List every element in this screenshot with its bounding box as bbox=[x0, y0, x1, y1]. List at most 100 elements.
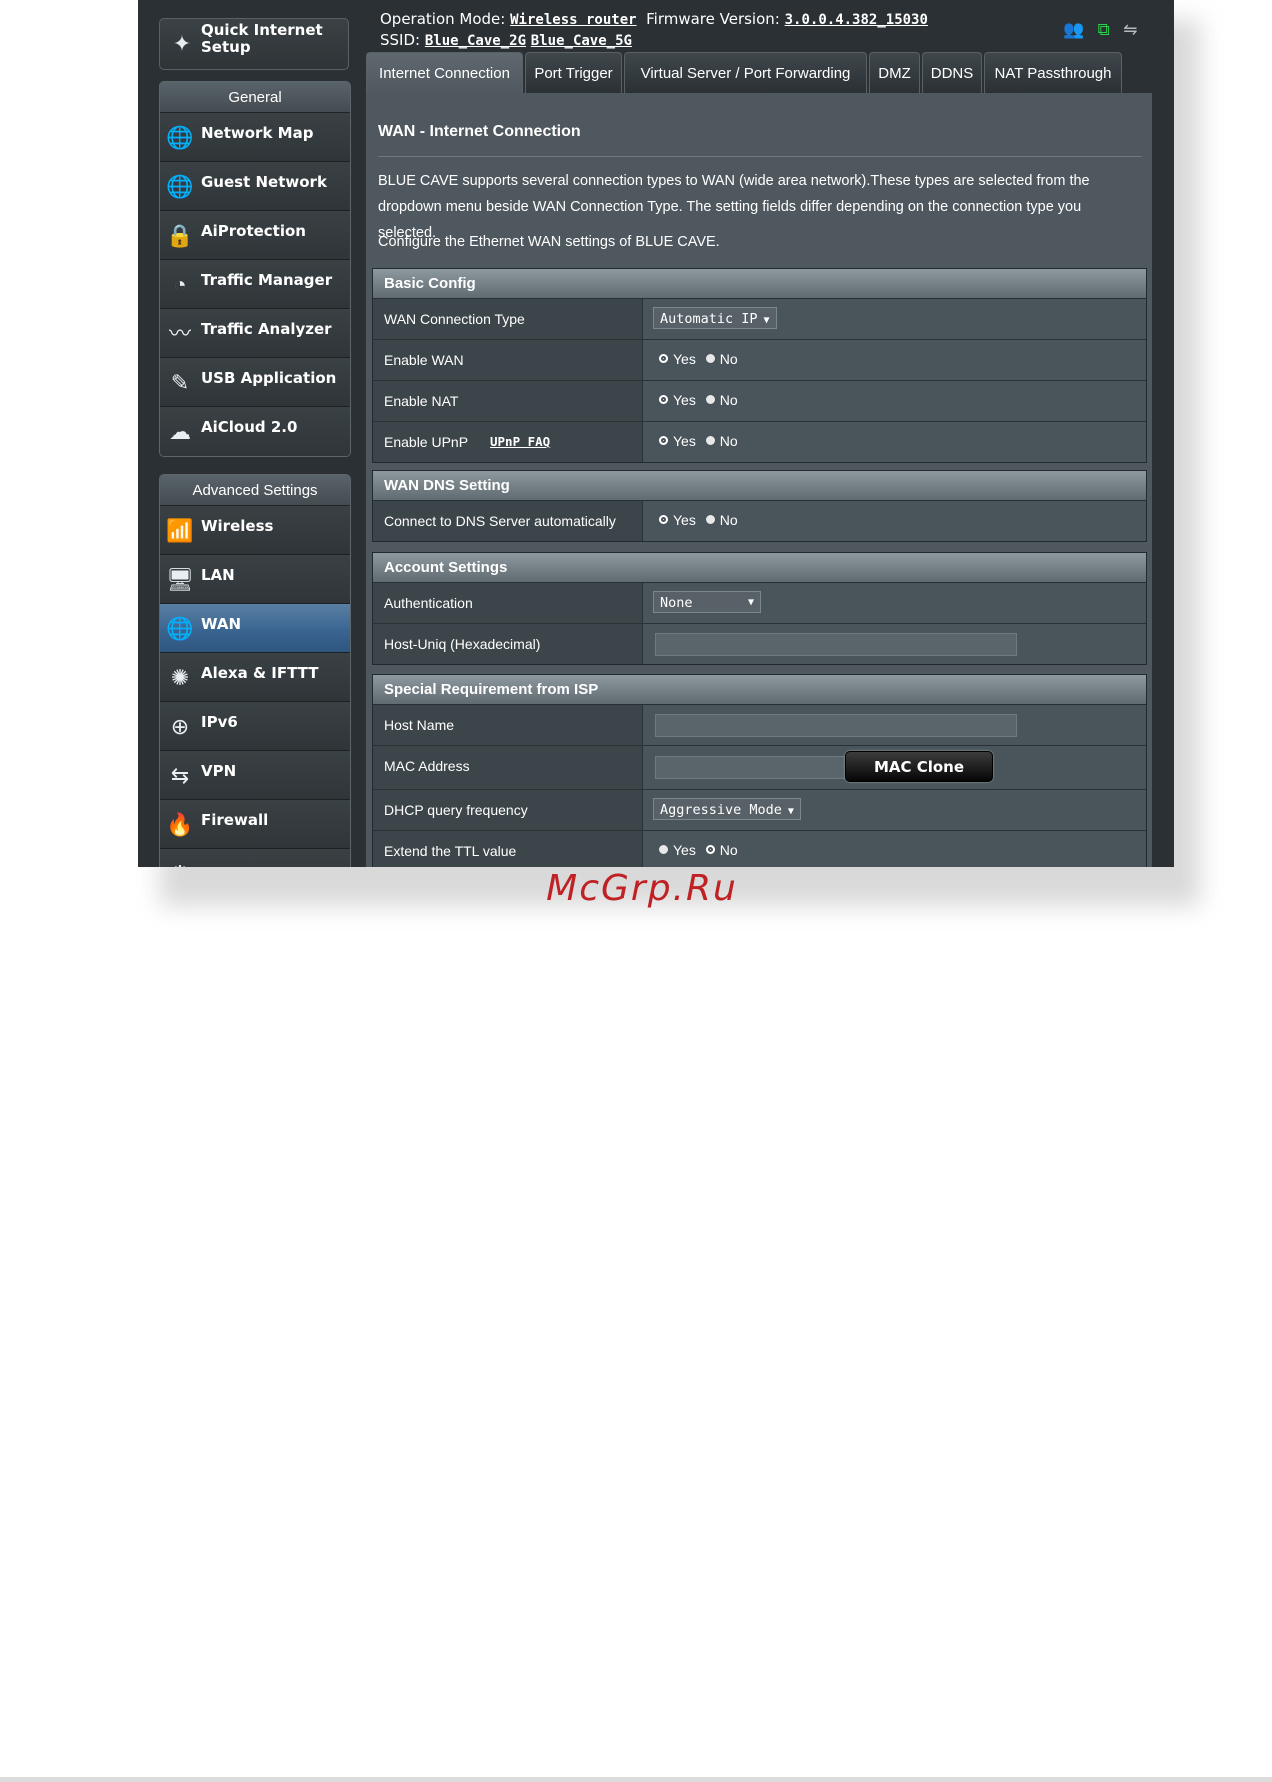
enable-nat-no-radio[interactable] bbox=[705, 394, 715, 404]
gear-icon: ⚙ bbox=[165, 859, 195, 867]
account-settings-section: Account Settings Authentication None ▼ Ho… bbox=[372, 552, 1147, 665]
ttl-yes-radio[interactable] bbox=[659, 844, 668, 854]
network-status-icon[interactable]: ⧉ bbox=[1098, 20, 1110, 40]
upnp-faq-link[interactable]: UPnP FAQ bbox=[490, 422, 550, 462]
sidebar-item-label: Guest Network bbox=[201, 173, 327, 191]
enable-upnp-no-radio[interactable] bbox=[705, 435, 715, 445]
section-header: Account Settings bbox=[373, 553, 1146, 583]
enable-wan-yes-radio[interactable] bbox=[659, 353, 668, 363]
field-label: Host-Uniq (Hexadecimal) bbox=[373, 624, 643, 664]
pulse-icon: 〰 bbox=[168, 321, 191, 346]
tab-ddns[interactable]: DDNS bbox=[922, 52, 982, 94]
sidebar-item-label: Traffic Analyzer bbox=[201, 320, 332, 338]
sidebar-item-ipv6[interactable]: ⊕ IPv6 bbox=[160, 702, 350, 751]
advanced-settings-menu: Advanced Settings 📶 Wireless 🖥 LAN 🌐 WAN… bbox=[159, 474, 351, 867]
auto-dns-yes-radio[interactable] bbox=[659, 514, 668, 524]
globe-users-icon: 🌐 bbox=[166, 174, 194, 199]
quick-setup-label: Quick Internet Setup bbox=[201, 21, 323, 56]
tab-internet-connection[interactable]: Internet Connection bbox=[366, 52, 523, 96]
watermark: McGrp.Ru bbox=[546, 868, 738, 909]
globe-icon: 🌐 bbox=[166, 616, 194, 641]
tab-dmz[interactable]: DMZ bbox=[869, 52, 920, 94]
auto-dns-radio-group: Yes No bbox=[659, 501, 738, 539]
chevron-down-icon: ▼ bbox=[763, 315, 770, 326]
tab-port-trigger[interactable]: Port Trigger bbox=[525, 52, 622, 94]
authentication-select[interactable]: None ▼ bbox=[653, 591, 761, 613]
sidebar-item-vpn[interactable]: ⇆ VPN bbox=[160, 751, 350, 800]
basic-config-section: Basic Config WAN Connection Type Automat… bbox=[372, 268, 1147, 463]
field-label: Host Name bbox=[373, 705, 643, 745]
firmware-link[interactable]: 3.0.0.4.382_15030 bbox=[785, 12, 928, 28]
alexa-icon: ✺ bbox=[170, 665, 190, 690]
sidebar-item-label: IPv6 bbox=[201, 713, 238, 731]
field-label: Enable WAN bbox=[373, 340, 643, 380]
enable-nat-yes-radio[interactable] bbox=[659, 394, 668, 404]
table-row: Authentication None ▼ bbox=[373, 583, 1146, 624]
sidebar-item-label: Firewall bbox=[201, 811, 269, 829]
usb-icon: ✎ bbox=[170, 370, 190, 395]
sidebar-item-network-map[interactable]: 🌐 Network Map bbox=[160, 113, 350, 162]
ssid-5g-link[interactable]: Blue_Cave_5G bbox=[531, 33, 632, 49]
sidebar-item-label: LAN bbox=[201, 566, 235, 584]
sidebar-item-partial[interactable]: ⚙ bbox=[160, 849, 350, 867]
isp-requirement-section: Special Requirement from ISP Host Name M… bbox=[372, 674, 1147, 867]
field-label: WAN Connection Type bbox=[373, 299, 643, 339]
cloud-icon: ☁ bbox=[169, 419, 191, 444]
enable-upnp-yes-radio[interactable] bbox=[659, 435, 668, 445]
ttl-no-radio[interactable] bbox=[705, 844, 715, 854]
sidebar-item-aiprotection[interactable]: 🔒 AiProtection bbox=[160, 211, 350, 260]
host-name-input[interactable] bbox=[655, 714, 1017, 737]
clients-icon[interactable]: 👥 bbox=[1063, 20, 1084, 40]
sidebar-item-lan[interactable]: 🖥 LAN bbox=[160, 555, 350, 604]
enable-wan-radio-group: Yes No bbox=[659, 340, 738, 378]
sidebar: ✦ Quick Internet Setup General 🌐 Network… bbox=[159, 0, 351, 867]
gauge-icon: ◔ bbox=[173, 272, 187, 297]
fire-icon: 🔥 bbox=[166, 812, 194, 837]
enable-nat-radio-group: Yes No bbox=[659, 381, 738, 419]
auto-dns-no-radio[interactable] bbox=[705, 514, 715, 524]
section-header: Special Requirement from ISP bbox=[373, 675, 1146, 705]
enable-wan-no-radio[interactable] bbox=[705, 353, 715, 363]
sidebar-item-guest-network[interactable]: 🌐 Guest Network bbox=[160, 162, 350, 211]
sidebar-item-traffic-manager[interactable]: ◔ Traffic Manager bbox=[160, 260, 350, 309]
sidebar-item-label: AiProtection bbox=[201, 222, 306, 240]
tab-virtual-server[interactable]: Virtual Server / Port Forwarding bbox=[624, 52, 867, 94]
sidebar-item-label: Wireless bbox=[201, 517, 274, 535]
ttl-radio-group: Yes No bbox=[659, 831, 738, 867]
table-row: Connect to DNS Server automatically Yes … bbox=[373, 501, 1146, 541]
general-header: General bbox=[160, 82, 350, 113]
advanced-settings-header: Advanced Settings bbox=[160, 475, 350, 506]
field-label: Enable UPnP UPnP FAQ bbox=[373, 422, 643, 462]
main-panel: WAN - Internet Connection BLUE CAVE supp… bbox=[366, 93, 1152, 867]
mac-address-input[interactable] bbox=[655, 756, 847, 779]
section-header: WAN DNS Setting bbox=[373, 471, 1146, 501]
sidebar-item-wireless[interactable]: 📶 Wireless bbox=[160, 506, 350, 555]
router-admin-screenshot: ✦ Quick Internet Setup General 🌐 Network… bbox=[138, 0, 1174, 867]
sidebar-item-aicloud[interactable]: ☁ AiCloud 2.0 bbox=[160, 407, 350, 456]
usb-status-icon[interactable]: ⇋ bbox=[1123, 20, 1137, 40]
sidebar-item-alexa-ifttt[interactable]: ✺ Alexa & IFTTT bbox=[160, 653, 350, 702]
operation-mode-label: Operation Mode: bbox=[380, 10, 506, 28]
operation-mode-line: Operation Mode: Wireless router Firmware… bbox=[380, 10, 928, 28]
quick-internet-setup-button[interactable]: ✦ Quick Internet Setup bbox=[159, 18, 349, 70]
lock-icon: 🔒 bbox=[166, 223, 194, 248]
table-row: Enable WAN Yes No bbox=[373, 340, 1146, 381]
operation-mode-link[interactable]: Wireless router bbox=[510, 12, 636, 28]
sidebar-item-wan[interactable]: 🌐 WAN bbox=[160, 604, 350, 653]
mac-clone-button[interactable]: MAC Clone bbox=[845, 751, 993, 782]
tab-nat-passthrough[interactable]: NAT Passthrough bbox=[984, 52, 1122, 94]
table-row: WAN Connection Type Automatic IP ▼ bbox=[373, 299, 1146, 340]
field-label: DHCP query frequency bbox=[373, 790, 643, 830]
wifi-icon: 📶 bbox=[166, 518, 194, 543]
host-uniq-input[interactable] bbox=[655, 633, 1017, 656]
sidebar-item-label: Alexa & IFTTT bbox=[201, 664, 319, 682]
sidebar-item-firewall[interactable]: 🔥 Firewall bbox=[160, 800, 350, 849]
chevron-down-icon: ▼ bbox=[747, 597, 754, 608]
field-label: MAC Address bbox=[373, 746, 643, 789]
sidebar-item-usb-application[interactable]: ✎ USB Application bbox=[160, 358, 350, 407]
section-header: Basic Config bbox=[373, 269, 1146, 299]
dhcp-query-frequency-select[interactable]: Aggressive Mode ▼ bbox=[653, 798, 801, 820]
sidebar-item-traffic-analyzer[interactable]: 〰 Traffic Analyzer bbox=[160, 309, 350, 358]
wan-connection-type-select[interactable]: Automatic IP ▼ bbox=[653, 307, 777, 329]
ssid-2g-link[interactable]: Blue_Cave_2G bbox=[425, 33, 526, 49]
